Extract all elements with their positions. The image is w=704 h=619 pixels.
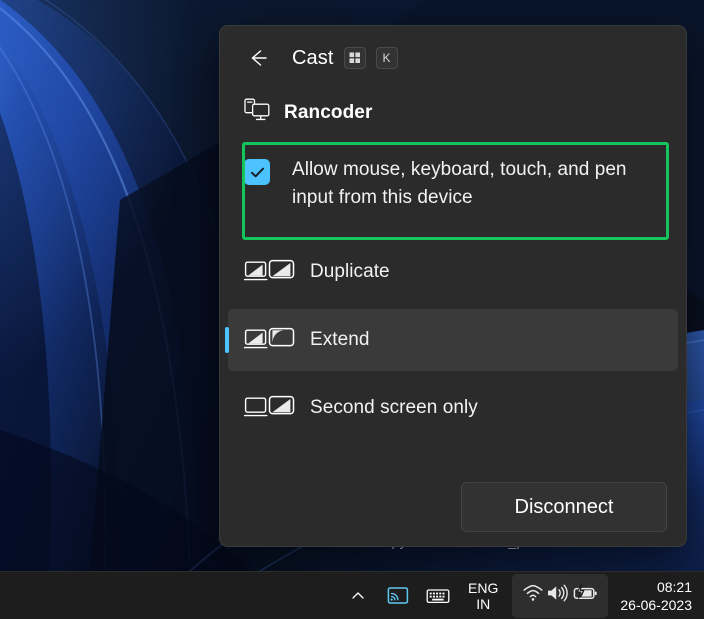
second-screen-glyph <box>244 395 295 417</box>
show-hidden-icons-button[interactable] <box>340 576 376 616</box>
panel-header: Cast K <box>220 26 686 90</box>
cast-active-icon <box>387 586 409 604</box>
duplicate-glyph <box>244 259 295 281</box>
windows-logo-glyph <box>349 52 360 63</box>
allow-input-checkbox[interactable] <box>244 159 270 185</box>
wifi-glyph <box>523 584 543 601</box>
volume-glyph <box>548 584 569 602</box>
second-screen-only-icon <box>244 395 300 421</box>
back-arrow-icon[interactable] <box>242 42 274 74</box>
mode-row-duplicate[interactable]: Duplicate <box>228 241 678 303</box>
taskbar: ENG IN 08:21 26-06-2023 <box>0 571 704 619</box>
connected-device-row: Rancoder <box>220 90 686 137</box>
extend-screens-icon <box>244 327 300 353</box>
language-line1: ENG <box>468 579 499 596</box>
device-name: Rancoder <box>284 101 373 123</box>
quick-settings-button[interactable] <box>512 573 609 618</box>
clock-button[interactable]: 08:21 26-06-2023 <box>612 574 704 618</box>
screen: ge Evaluation copy. Build 25314.rs_prere… <box>0 0 704 619</box>
allow-input-option-row[interactable]: Allow mouse, keyboard, touch, and pen in… <box>244 143 672 235</box>
language-line2: IN <box>476 595 491 612</box>
allow-input-label: Allow mouse, keyboard, touch, and pen in… <box>292 159 627 208</box>
panel-footer: Disconnect <box>220 468 686 546</box>
clock-time: 08:21 <box>656 578 692 595</box>
wifi-icon <box>522 584 544 607</box>
k-key-badge: K <box>375 47 398 69</box>
mode-label: Second screen only <box>310 397 478 418</box>
mode-label: Duplicate <box>310 261 390 282</box>
disconnect-button[interactable]: Disconnect <box>461 482 667 532</box>
back-arrow-glyph <box>251 50 267 66</box>
mode-row-second-screen-only[interactable]: Second screen only <box>228 377 678 439</box>
selection-indicator <box>225 327 229 353</box>
devices-glyph <box>244 98 270 121</box>
battery-glyph <box>574 584 598 599</box>
language-indicator[interactable]: ENG IN <box>458 575 508 617</box>
mode-row-extend[interactable]: Extend <box>225 309 678 371</box>
windows-key-icon <box>343 47 366 69</box>
extend-glyph <box>244 327 295 349</box>
battery-charging-icon <box>572 584 598 607</box>
touch-keyboard-button[interactable] <box>420 576 456 616</box>
duplicate-screens-icon <box>244 259 300 285</box>
cast-tray-button[interactable] <box>380 576 416 616</box>
page-title: Cast <box>292 46 334 69</box>
clock-date: 26-06-2023 <box>620 596 692 613</box>
cast-flyout-panel: Cast K Rancoder Allow mouse, keyboard, t… <box>219 25 687 547</box>
mode-label: Extend <box>310 329 370 350</box>
devices-icon <box>244 98 270 127</box>
chevron-up-icon <box>352 591 364 599</box>
volume-icon <box>546 584 570 607</box>
checkmark-icon <box>250 167 264 177</box>
touch-keyboard-icon <box>426 588 450 603</box>
